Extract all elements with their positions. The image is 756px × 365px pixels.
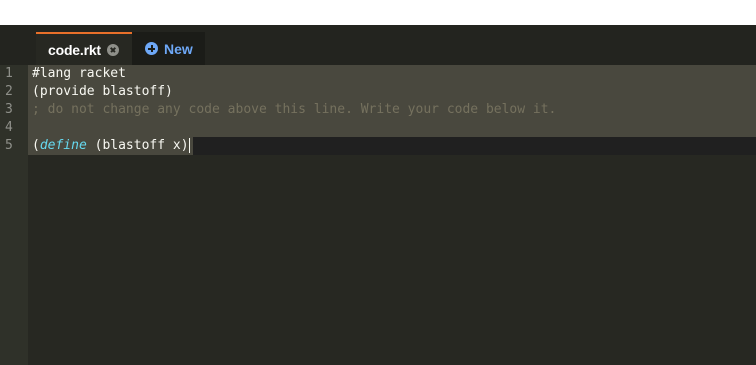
code-line-1[interactable]: #lang racket [32,65,556,83]
line-number-gutter: 1 2 3 4 5 [0,65,28,365]
line-number: 3 [5,102,13,117]
tab-code-rkt[interactable]: code.rkt [36,32,132,65]
text-cursor [188,138,190,153]
tab-bar: code.rkt New [0,25,756,65]
code-line-3-comment[interactable]: ; do not change any code above this line… [32,101,556,119]
line-number: 2 [5,84,13,99]
code-text-area[interactable]: #lang racket (provide blastoff) ; do not… [28,65,756,365]
new-tab-label: New [164,40,193,57]
new-tab-button[interactable]: New [132,32,205,65]
code-editor[interactable]: code.rkt New 1 2 3 4 5 #lang racket (pro… [0,25,756,365]
tab-label: code.rkt [48,41,101,58]
line-number: 4 [5,120,13,135]
code-line-5-rest: (blastoff x) [86,138,189,153]
code-line-2[interactable]: (provide blastoff) [32,83,556,101]
keyword-define: define [39,138,87,153]
plus-icon [145,42,158,55]
open-paren: ( [32,138,40,153]
line-number: 1 [5,66,13,81]
close-icon[interactable] [106,43,119,56]
top-strip [0,0,756,25]
code-line-5[interactable]: (define (blastoff x) [32,137,556,155]
code-line-4[interactable] [32,119,556,137]
line-number: 5 [5,138,13,153]
